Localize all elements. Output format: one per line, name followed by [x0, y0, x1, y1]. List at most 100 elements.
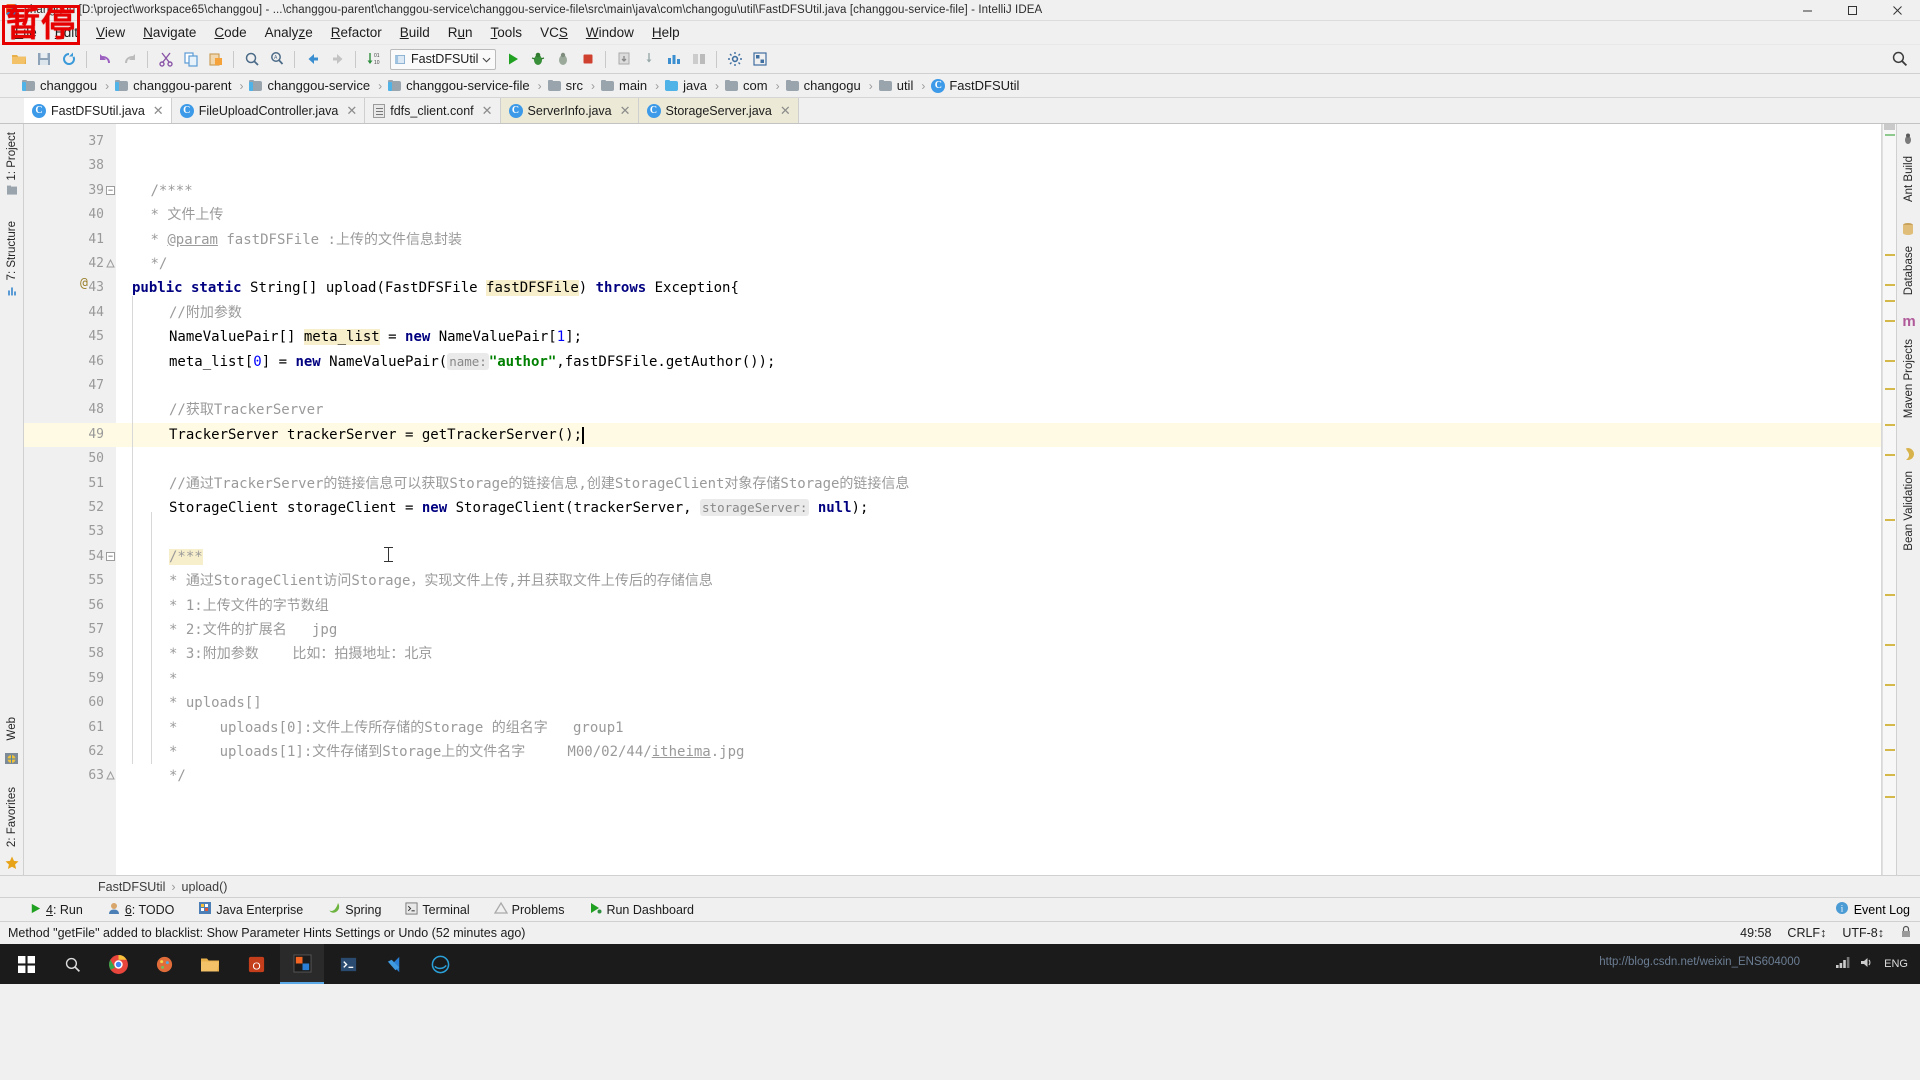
- editor-marker-tick[interactable]: [1885, 519, 1895, 521]
- idea-icon[interactable]: [280, 944, 324, 984]
- close-tab-icon[interactable]: ✕: [780, 103, 791, 119]
- breadcrumb-item-changgou-service-file[interactable]: changgou-service-file ›: [386, 74, 546, 98]
- breadcrumb-item-java[interactable]: java ›: [663, 74, 723, 98]
- editor-scrollbar-thumb[interactable]: [1884, 124, 1895, 130]
- code-line[interactable]: public static String[] upload(FastDFSFil…: [132, 276, 739, 300]
- find-icon[interactable]: [239, 47, 264, 71]
- editor-marker-tick[interactable]: [1885, 388, 1895, 390]
- chrome-icon[interactable]: [96, 944, 140, 984]
- lock-icon[interactable]: [1900, 925, 1912, 941]
- editor-marker-tick[interactable]: [1885, 724, 1895, 726]
- code-line[interactable]: * 3:附加参数 比如：拍摄地址：北京: [169, 642, 432, 666]
- compare-icon[interactable]: [686, 47, 711, 71]
- code-line[interactable]: */: [169, 764, 186, 788]
- web-icon[interactable]: [4, 751, 20, 767]
- code-line[interactable]: */: [151, 252, 168, 276]
- breadcrumb-item-main[interactable]: main ›: [599, 74, 663, 98]
- replace-icon[interactable]: A: [264, 47, 289, 71]
- run-configuration-selector[interactable]: FastDFSUtil: [390, 48, 497, 70]
- terminal-icon[interactable]: [326, 944, 370, 984]
- sidebar-item-maven-projects[interactable]: Maven Projects: [1903, 335, 1915, 422]
- menu-item-analyze[interactable]: Analyze: [256, 22, 322, 44]
- editor-marker-tick[interactable]: [1885, 796, 1895, 798]
- editor-marker-tick[interactable]: [1885, 360, 1895, 362]
- code-line[interactable]: TrackerServer trackerServer = getTracker…: [169, 423, 582, 447]
- close-button[interactable]: [1875, 0, 1920, 21]
- office-icon[interactable]: O: [234, 944, 278, 984]
- run-coverage-icon[interactable]: [550, 47, 575, 71]
- stop-icon[interactable]: [575, 47, 600, 71]
- structure-icon[interactable]: [661, 47, 686, 71]
- breadcrumb-item-util[interactable]: util ›: [877, 74, 930, 98]
- sidebar-item-bean-validation[interactable]: Bean Validation: [1903, 467, 1915, 555]
- tool-window-run-dashboard[interactable]: Run Dashboard: [585, 900, 697, 919]
- menu-item-tools[interactable]: Tools: [482, 22, 532, 44]
- editor-tab-fdfs-client-conf[interactable]: fdfs_client.conf ✕: [365, 98, 501, 123]
- breadcrumb-item-changgou-service[interactable]: changgou-service ›: [247, 74, 386, 98]
- menu-item-navigate[interactable]: Navigate: [134, 22, 205, 44]
- network-icon[interactable]: [1835, 956, 1850, 972]
- forward-icon[interactable]: [325, 47, 350, 71]
- paste-icon[interactable]: [203, 47, 228, 71]
- open-folder-icon[interactable]: [6, 47, 31, 71]
- editor-marker-tick[interactable]: [1885, 424, 1895, 426]
- code-line[interactable]: * 文件上传: [151, 203, 224, 227]
- ime-icon[interactable]: ENG: [1884, 958, 1908, 970]
- code-line[interactable]: * uploads[]: [169, 691, 262, 715]
- sync-icon[interactable]: [56, 47, 81, 71]
- code-line[interactable]: NameValuePair[] meta_list = new NameValu…: [169, 325, 582, 349]
- cut-icon[interactable]: [153, 47, 178, 71]
- settings-icon[interactable]: [722, 47, 747, 71]
- caret-position[interactable]: 49:58: [1740, 926, 1771, 940]
- editor-gutter[interactable]: 37 38 39−40 41 42 43 @44 45 46 47 48 49 50 51 52 53 54−5…: [24, 124, 116, 875]
- editor-tab-serverinfo-java[interactable]: C ServerInfo.java ✕: [500, 98, 639, 123]
- sort-icon[interactable]: 01 10: [361, 47, 386, 71]
- editor-marker-tick[interactable]: [1885, 749, 1895, 751]
- code-line[interactable]: * @param fastDFSFile :上传的文件信息封装: [151, 228, 462, 252]
- code-line[interactable]: meta_list[0] = new NameValuePair(name: "a…: [169, 350, 775, 374]
- redo-icon[interactable]: [117, 47, 142, 71]
- menu-item-view[interactable]: View: [87, 22, 134, 44]
- sidebar-item-project[interactable]: 1: Project: [6, 128, 18, 201]
- code-line[interactable]: * 1:上传文件的字节数组: [169, 594, 329, 618]
- commit-icon[interactable]: [636, 47, 661, 71]
- favorites-icon[interactable]: [4, 855, 20, 871]
- editor-marker-tick[interactable]: [1885, 774, 1895, 776]
- code-line[interactable]: //附加参数: [169, 301, 242, 325]
- code-fold-end-icon[interactable]: [106, 259, 115, 268]
- run-icon[interactable]: [500, 47, 525, 71]
- menu-item-help[interactable]: Help: [643, 22, 689, 44]
- code-fold-end-icon[interactable]: [106, 771, 115, 780]
- editor-marker-tick[interactable]: [1885, 254, 1895, 256]
- close-tab-icon[interactable]: ✕: [346, 103, 357, 119]
- maximize-button[interactable]: [1830, 0, 1875, 21]
- tool-window-terminal[interactable]: Terminal: [402, 901, 472, 919]
- database-icon[interactable]: [1901, 222, 1917, 238]
- code-editor[interactable]: 37 38 39−40 41 42 43 @44 45 46 47 48 49 50 51 52 53 54−5…: [24, 124, 1896, 875]
- editor-marker-tick[interactable]: [1885, 320, 1895, 322]
- sidebar-item-favorites[interactable]: 2: Favorites: [6, 783, 18, 851]
- code-line[interactable]: * uploads[0]:文件上传所存储的Storage 的组名字 group1: [169, 716, 624, 740]
- editor-marker-tick[interactable]: [1885, 284, 1895, 286]
- editor-code-area[interactable]: /**** * 文件上传 * @param fastDFSFile :上传的文件信息…: [116, 124, 1881, 875]
- breadcrumb-item-changogu[interactable]: changogu ›: [784, 74, 877, 98]
- editor-marker-tick[interactable]: [1885, 134, 1895, 136]
- breadcrumb-item-src[interactable]: src ›: [546, 74, 599, 98]
- editor-tab-fastdfsutil-java[interactable]: C FastDFSUtil.java ✕: [24, 98, 172, 123]
- editor-breadcrumb-class[interactable]: FastDFSUtil: [98, 880, 165, 894]
- event-log-button[interactable]: i Event Log: [1835, 901, 1910, 918]
- sidebar-item-structure[interactable]: 7: Structure: [6, 217, 18, 300]
- file-encoding[interactable]: UTF-8↕: [1842, 926, 1884, 940]
- code-line[interactable]: * 2:文件的扩展名 jpg: [169, 618, 337, 642]
- breadcrumb-item-changgou[interactable]: changgou ›: [20, 74, 113, 98]
- maven-icon[interactable]: m: [1901, 314, 1917, 331]
- code-line[interactable]: * 通过StorageClient访问Storage，实现文件上传,并且获取文件…: [169, 569, 713, 593]
- line-separator[interactable]: CRLF↕: [1787, 926, 1826, 940]
- sidebar-item-web[interactable]: Web: [6, 713, 18, 744]
- paint-icon[interactable]: [142, 944, 186, 984]
- menu-item-run[interactable]: Run: [439, 22, 482, 44]
- search-everywhere-button[interactable]: [1891, 50, 1908, 70]
- menu-item-vcs[interactable]: VCS: [531, 22, 577, 44]
- tool-window-problems[interactable]: Problems: [491, 900, 568, 919]
- debug-icon[interactable]: [525, 47, 550, 71]
